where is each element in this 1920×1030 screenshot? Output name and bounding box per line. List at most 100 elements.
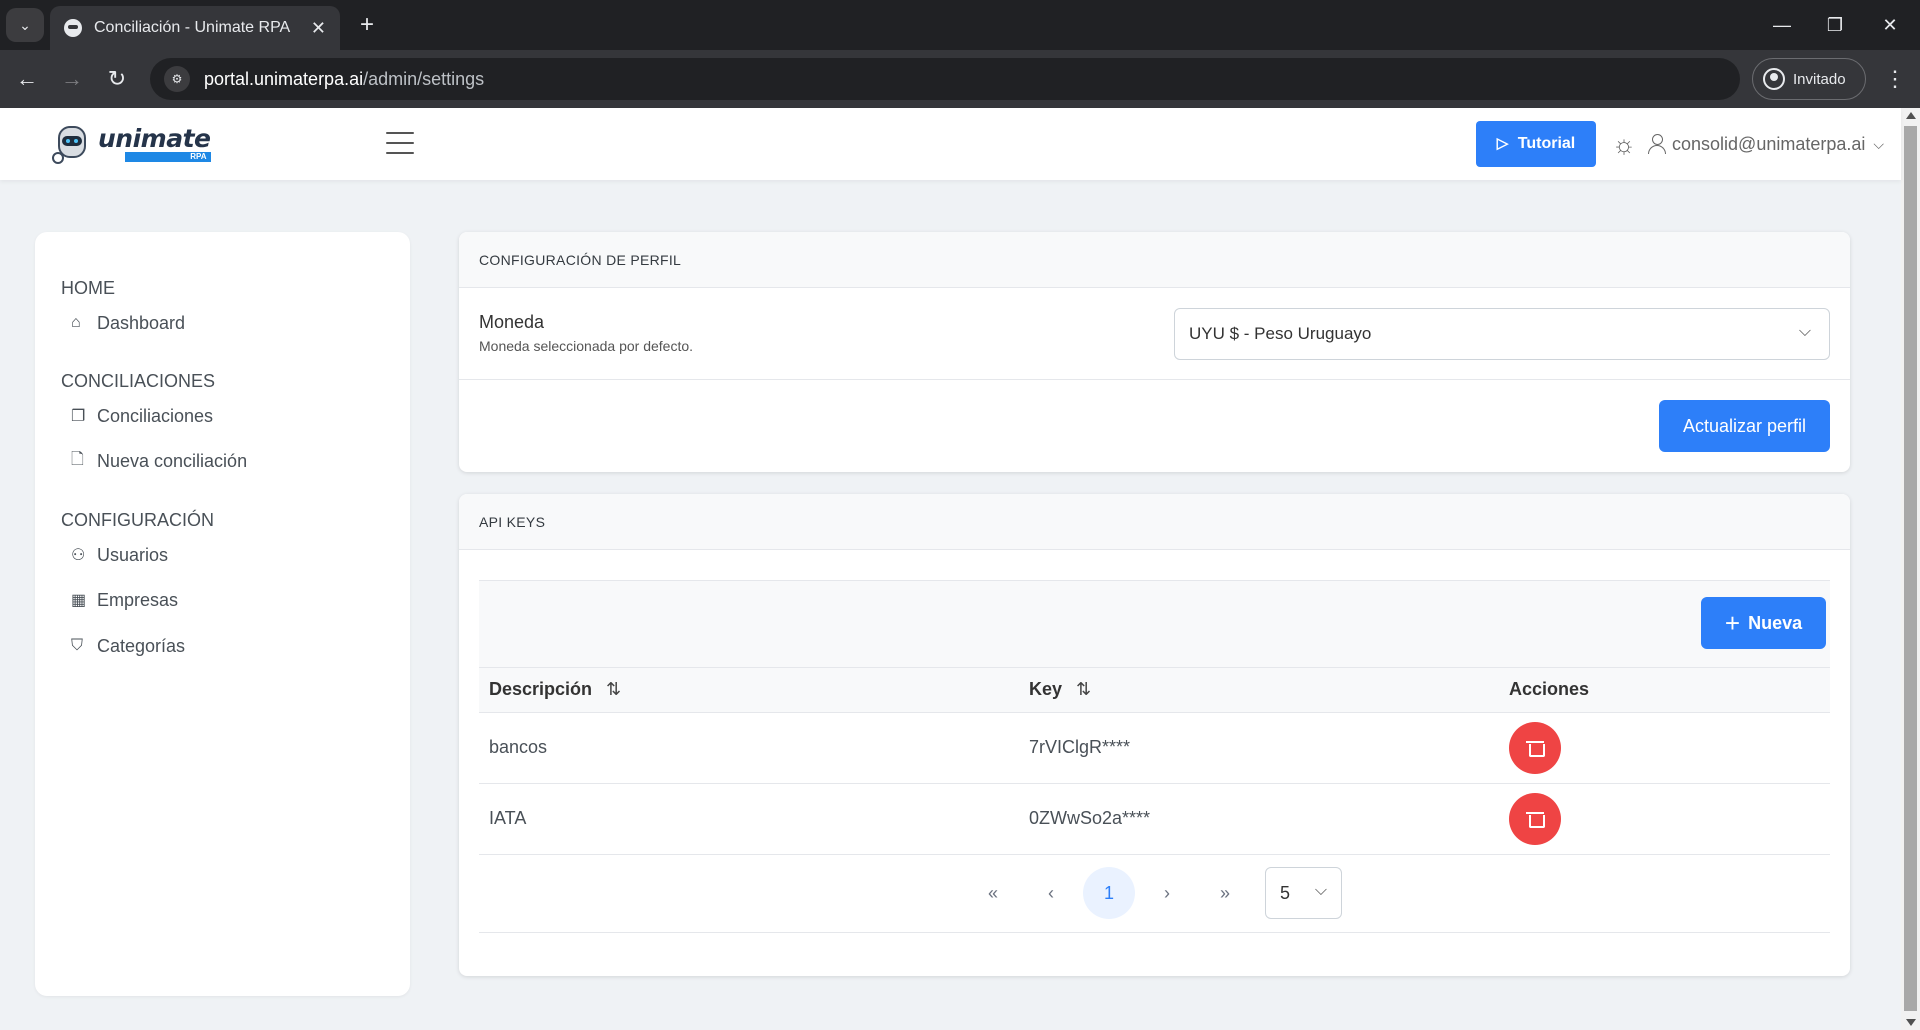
scroll-up-icon[interactable] <box>1906 112 1916 119</box>
currency-field-row: Moneda Moneda seleccionada por defecto. … <box>459 288 1850 380</box>
pagination: « ‹ 1 › » 5 ⌵ <box>479 855 1830 933</box>
sidebar-item-label: Empresas <box>97 589 179 610</box>
row-description: bancos <box>479 712 1019 784</box>
sidebar-item-dashboard[interactable]: ⌂ Dashboard <box>71 309 185 337</box>
user-menu[interactable]: consolid@unimaterpa.ai ⌵ <box>1648 128 1884 160</box>
file-icon: 🗋 <box>71 450 84 468</box>
rows-per-page-select[interactable]: 5 ⌵ <box>1265 867 1342 919</box>
scroll-down-icon[interactable] <box>1906 1019 1916 1026</box>
sidebar-item-conciliaciones[interactable]: ❐ Conciliaciones <box>71 402 213 430</box>
trash-icon <box>1526 740 1545 757</box>
scrollbar-thumb[interactable] <box>1904 126 1917 1011</box>
user-email: consolid@unimaterpa.ai <box>1672 133 1866 154</box>
unimate-logo[interactable]: unimate RPA <box>50 122 211 166</box>
first-page-icon[interactable]: « <box>967 867 1019 919</box>
currency-select[interactable]: UYU $ - Peso Uruguayo ⌵ <box>1174 308 1830 360</box>
browser-tab[interactable]: Conciliación - Unimate RPA ✕ <box>50 6 340 50</box>
update-profile-button[interactable]: Actualizar perfil <box>1659 400 1830 452</box>
window-close-icon[interactable]: ✕ <box>1870 8 1910 42</box>
url-host: portal.unimaterpa.ai <box>204 68 364 89</box>
users-icon: ⚇ <box>71 547 86 564</box>
column-header-key[interactable]: Key ⇅ <box>1019 668 1499 713</box>
table-row: bancos 7rVIClgR**** <box>479 712 1830 784</box>
card-title: API KEYS <box>459 494 1850 550</box>
column-label: Acciones <box>1509 679 1590 700</box>
new-tab-button[interactable]: + <box>352 10 382 40</box>
sidebar-item-empresas[interactable]: ▦ Empresas <box>71 586 178 614</box>
sidebar-item-label: Dashboard <box>97 312 186 333</box>
rows-per-page-value: 5 <box>1280 882 1291 903</box>
row-description: IATA <box>479 783 1019 855</box>
sidebar-section-home: HOME <box>61 278 115 298</box>
browser-toolbar: ← → ↻ ⚙ portal.unimaterpa.ai/admin/setti… <box>0 50 1920 108</box>
row-actions <box>1499 712 1830 784</box>
site-info-icon[interactable]: ⚙ <box>164 66 190 92</box>
profile-icon <box>1763 68 1785 90</box>
sidebar-section-configuracion: CONFIGURACIÓN <box>61 510 214 530</box>
column-header-actions: Acciones <box>1499 668 1830 713</box>
sidebar-item-label: Nueva conciliación <box>97 450 248 471</box>
table-row: IATA 0ZWwSo2a**** <box>479 783 1830 855</box>
chevron-down-icon: ⌵ <box>1873 135 1885 152</box>
currency-label: Moneda <box>479 312 545 332</box>
row-actions <box>1499 783 1830 855</box>
tab-close-icon[interactable]: ✕ <box>311 18 326 39</box>
theme-toggle-sun-icon[interactable]: ☼ <box>1610 129 1638 159</box>
row-key: 7rVIClgR**** <box>1019 712 1499 784</box>
sidebar-item-label: Categorías <box>97 635 186 656</box>
reload-icon[interactable]: ↻ <box>100 62 134 96</box>
restore-icon[interactable]: ❐ <box>1815 8 1855 42</box>
menu-toggle-icon[interactable] <box>386 132 414 154</box>
back-arrow-icon[interactable]: ← <box>10 62 44 96</box>
user-icon <box>1648 134 1666 154</box>
api-keys-table: Descripción ⇅ Key ⇅ Acciones bancos 7rVICl… <box>479 668 1830 855</box>
plus-icon: + <box>1724 608 1741 638</box>
forward-arrow-icon[interactable]: → <box>55 62 89 96</box>
sidebar-item-categorias[interactable]: ⛉ Categorías <box>71 632 185 660</box>
delete-button[interactable] <box>1509 792 1561 845</box>
logo-wordmark: unimate <box>98 124 211 153</box>
page-button-current[interactable]: 1 <box>1083 867 1135 919</box>
sort-icon[interactable]: ⇅ <box>1076 679 1091 699</box>
chevron-down-icon: ⌵ <box>1798 323 1811 340</box>
sidebar: HOME ⌂ Dashboard CONCILIACIONES ❐ Concil… <box>35 232 410 996</box>
tab-search-button[interactable]: ⌄ <box>6 8 44 42</box>
tag-icon: ⛉ <box>71 637 84 654</box>
sort-icon[interactable]: ⇅ <box>606 679 621 699</box>
previous-page-icon[interactable]: ‹ <box>1025 867 1077 919</box>
trash-icon <box>1526 811 1545 828</box>
column-label: Descripción <box>489 679 593 700</box>
column-label: Key <box>1029 679 1063 700</box>
profile-settings-card: CONFIGURACIÓN DE PERFIL Moneda Moneda se… <box>459 232 1850 472</box>
currency-selected-value: UYU $ - Peso Uruguayo <box>1189 324 1372 343</box>
favicon-icon <box>64 19 82 37</box>
tutorial-button[interactable]: Tutorial <box>1476 121 1596 167</box>
sidebar-item-nueva-conciliacion[interactable]: 🗋 Nueva conciliación <box>71 447 247 475</box>
new-api-key-button[interactable]: + Nueva <box>1701 597 1826 649</box>
copy-icon: ❐ <box>71 408 86 425</box>
new-button-label: Nueva <box>1748 612 1803 633</box>
page-scrollbar[interactable] <box>1901 108 1920 1030</box>
home-icon: ⌂ <box>71 314 81 331</box>
row-key: 0ZWwSo2a**** <box>1019 783 1499 855</box>
robot-logo-icon <box>50 122 94 166</box>
sidebar-section-conciliaciones: CONCILIACIONES <box>61 371 216 391</box>
currency-help-text: Moneda seleccionada por defecto. <box>479 338 694 354</box>
browser-menu-icon[interactable]: ⋮ <box>1880 62 1910 96</box>
address-bar[interactable]: ⚙ portal.unimaterpa.ai/admin/settings <box>150 58 1740 100</box>
browser-tab-bar: ⌄ Conciliación - Unimate RPA ✕ + — ❐ ✕ <box>0 0 1920 50</box>
logo-subtitle: RPA <box>124 152 211 162</box>
profile-label: Invitado <box>1793 70 1846 88</box>
sidebar-item-usuarios[interactable]: ⚇ Usuarios <box>71 541 168 569</box>
minimize-icon[interactable]: — <box>1762 8 1802 42</box>
tutorial-label: Tutorial <box>1517 135 1576 152</box>
last-page-icon[interactable]: » <box>1199 867 1251 919</box>
column-header-description[interactable]: Descripción ⇅ <box>479 668 1019 713</box>
play-icon <box>1497 134 1509 152</box>
next-page-icon[interactable]: › <box>1141 867 1193 919</box>
building-icon: ▦ <box>71 592 87 609</box>
profile-button[interactable]: Invitado <box>1752 58 1866 100</box>
tab-title: Conciliación - Unimate RPA <box>94 19 291 36</box>
delete-button[interactable] <box>1509 721 1561 774</box>
chevron-down-icon: ⌵ <box>1314 882 1327 899</box>
